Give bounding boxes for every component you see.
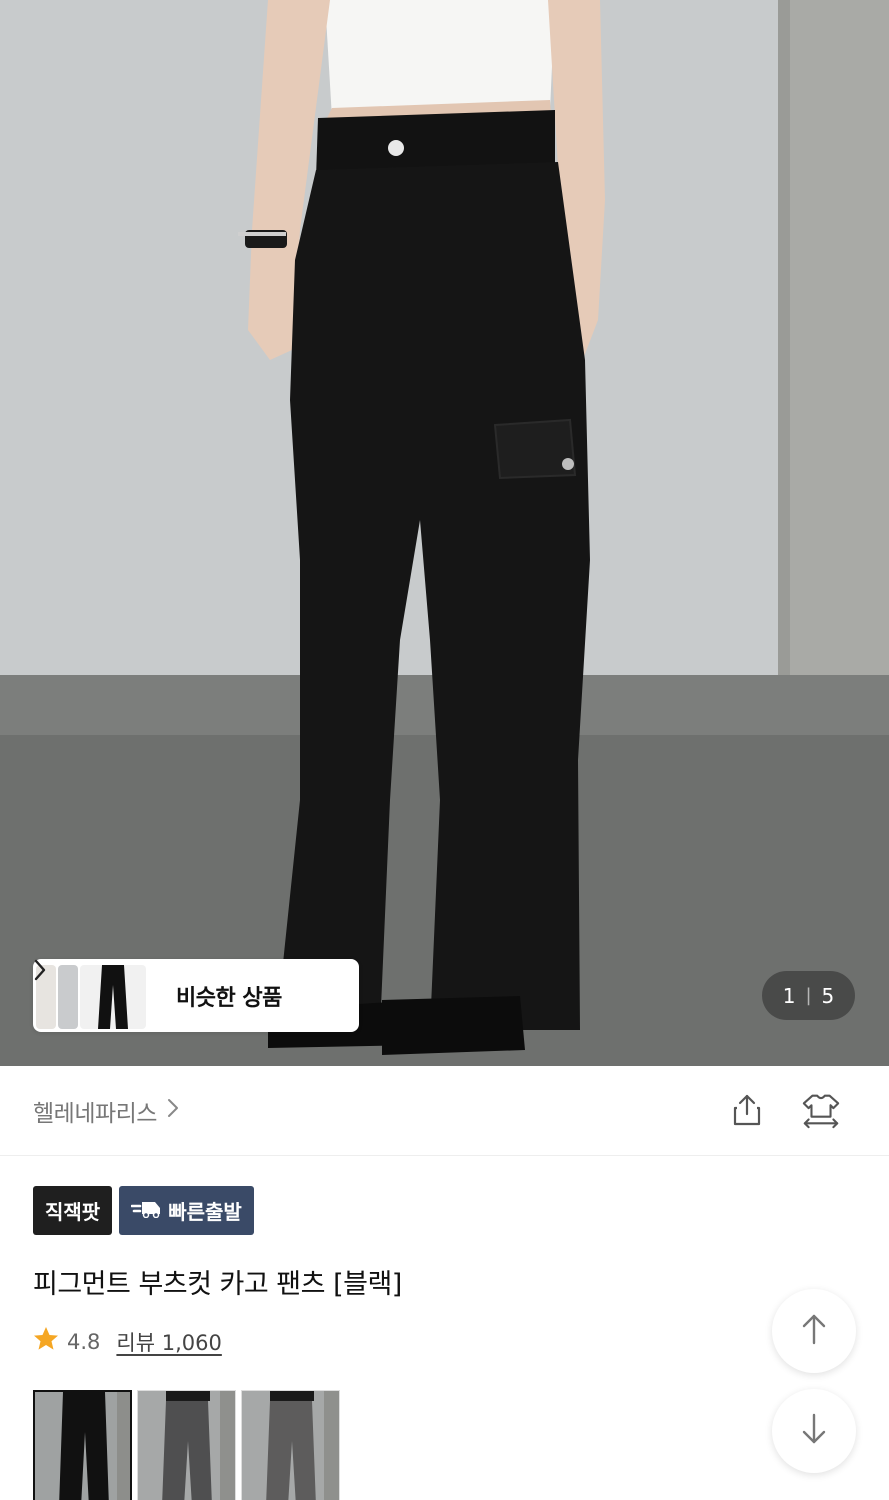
- delivery-truck-icon: [130, 1199, 161, 1223]
- rating-score: 4.8: [67, 1329, 101, 1354]
- similar-products-thumbnails: [36, 962, 148, 1029]
- image-pager: 1 | 5: [762, 971, 855, 1020]
- brand-row: 헬레네파리스: [0, 1066, 889, 1156]
- product-photo: [0, 0, 889, 1066]
- scroll-down-button[interactable]: [772, 1389, 856, 1473]
- pager-separator: |: [805, 985, 812, 1006]
- fast-delivery-badge: 빠른출발: [119, 1186, 254, 1235]
- product-title: 피그먼트 부츠컷 카고 팬츠 [블랙]: [33, 1269, 402, 1300]
- scroll-up-button[interactable]: [772, 1289, 856, 1373]
- direct-badge-label: 직잭팟: [45, 1200, 101, 1224]
- product-image-gallery[interactable]: 비슷한 상품 1 | 5: [0, 0, 889, 1066]
- similar-products-label: 비슷한 상품: [176, 985, 282, 1011]
- brand-name: 헬레네파리스: [33, 1101, 157, 1127]
- color-option-black[interactable]: [33, 1390, 132, 1500]
- similar-products-button[interactable]: 비슷한 상품: [33, 959, 359, 1032]
- share-icon[interactable]: [727, 1090, 767, 1130]
- rating-row: 4.8 리뷰 1,060: [33, 1326, 222, 1357]
- arrow-down-icon: [800, 1413, 828, 1449]
- pager-current: 1: [782, 983, 796, 1008]
- similar-thumb-3: [80, 965, 146, 1029]
- color-option-gray[interactable]: [241, 1390, 340, 1500]
- product-badges: 직잭팟 빠른출발: [33, 1186, 254, 1235]
- review-count-link[interactable]: 리뷰 1,060: [116, 1327, 221, 1357]
- fast-delivery-label: 빠른출발: [168, 1200, 242, 1224]
- pager-total: 5: [821, 983, 835, 1008]
- arrow-up-icon: [800, 1313, 828, 1349]
- similar-thumb-2: [58, 965, 78, 1029]
- wardrobe-compare-icon[interactable]: [801, 1090, 841, 1130]
- chevron-right-icon: [167, 1098, 179, 1124]
- brand-link[interactable]: 헬레네파리스: [33, 1094, 179, 1128]
- color-options: [33, 1390, 340, 1500]
- color-option-charcoal[interactable]: [137, 1390, 236, 1500]
- star-icon: [33, 1326, 59, 1357]
- direct-badge: 직잭팟: [33, 1186, 113, 1235]
